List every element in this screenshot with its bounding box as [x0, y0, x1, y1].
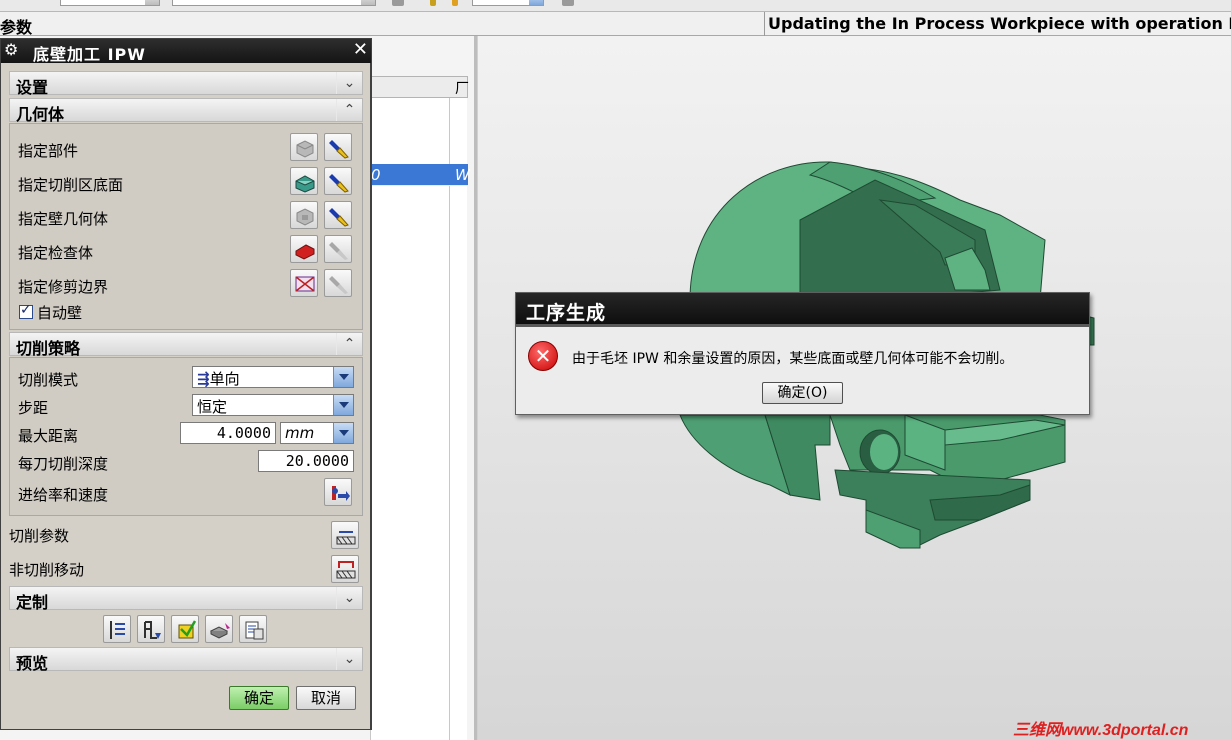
- section-geometry-label: 几何体: [16, 105, 65, 124]
- chevron-down-icon[interactable]: ⌄: [336, 648, 362, 670]
- list-row-selected[interactable]: 0 W: [371, 164, 470, 186]
- section-cut-strategy[interactable]: 切削策略 ⌃: [9, 332, 363, 358]
- toolbar-combo-3[interactable]: [472, 0, 544, 6]
- verify-toolpath-icon[interactable]: [205, 615, 233, 643]
- non-cutting-moves-label: 非切削移动: [9, 561, 85, 579]
- status-left-label: 参数: [0, 18, 33, 37]
- non-cutting-moves-button[interactable]: [331, 555, 359, 583]
- cut-parameters-button[interactable]: [331, 521, 359, 549]
- list-report-icon[interactable]: [239, 615, 267, 643]
- chevron-down-icon[interactable]: ⌄: [336, 587, 362, 609]
- generate-toolpath-icon[interactable]: [103, 615, 131, 643]
- cut-pattern-select[interactable]: ⇶单向: [192, 366, 354, 388]
- flashlight-icon[interactable]: [324, 167, 352, 195]
- dropdown-arrow-icon[interactable]: [333, 367, 353, 387]
- section-customize[interactable]: 定制 ⌄: [9, 586, 363, 612]
- toolbar-icon[interactable]: [452, 0, 458, 6]
- cut-floor-button[interactable]: [290, 167, 318, 195]
- trim-boundary-button[interactable]: [290, 269, 318, 297]
- toolbar-icon[interactable]: [430, 0, 436, 6]
- toolbar-icon[interactable]: [392, 0, 404, 6]
- status-message: Updating the In Process Workpiece with o…: [764, 12, 1231, 36]
- specify-cut-floor-label: 指定切削区底面: [18, 176, 124, 194]
- chevron-up-icon[interactable]: ⌃: [336, 99, 362, 121]
- dropdown-arrow-icon[interactable]: [333, 395, 353, 415]
- specify-check-body-label: 指定检查体: [18, 244, 94, 262]
- error-ok-button[interactable]: 确定(O): [762, 382, 843, 404]
- chevron-up-icon[interactable]: ⌃: [336, 333, 362, 355]
- operation-list: 0 W: [370, 98, 470, 740]
- error-dialog-titlebar: 工序生成: [516, 293, 1089, 327]
- cut-parameters-label: 切削参数: [9, 527, 70, 545]
- replay-toolpath-icon[interactable]: [137, 615, 165, 643]
- toolbar-combo-2[interactable]: [172, 0, 376, 6]
- dropdown-arrow-icon[interactable]: [333, 423, 353, 443]
- gear-icon[interactable]: ⚙: [4, 40, 18, 59]
- max-distance-label: 最大距离: [18, 427, 79, 445]
- error-icon: ✕: [528, 341, 558, 371]
- specify-trim-boundary-label: 指定修剪边界: [18, 278, 109, 296]
- strategy-panel: 切削模式 ⇶单向 步距 恒定 最大距离 4.0000 mm 每刀切削深度 20.…: [9, 357, 363, 516]
- ok-button[interactable]: 确定: [229, 686, 289, 710]
- chevron-down-icon[interactable]: ⌄: [336, 72, 362, 94]
- unit-select[interactable]: mm: [280, 422, 354, 444]
- list-column-header[interactable]: 厂: [370, 76, 469, 98]
- section-custom-label: 定制: [16, 593, 49, 612]
- feeds-speeds-label: 进给率和速度: [18, 486, 109, 504]
- depth-per-cut-label: 每刀切削深度: [18, 455, 109, 473]
- cut-pattern-label: 切削模式: [18, 371, 79, 389]
- auto-wall-label: 自动壁: [37, 304, 83, 322]
- flashlight-icon[interactable]: [324, 133, 352, 161]
- dialog-titlebar: ⚙ 底壁加工 IPW ✕: [1, 39, 371, 64]
- toolbar-combo-1[interactable]: [60, 0, 160, 6]
- section-geometry[interactable]: 几何体 ⌃: [9, 98, 363, 124]
- section-preview[interactable]: 预览 ⌄: [9, 647, 363, 673]
- flashlight-disabled-icon[interactable]: [324, 269, 352, 297]
- toolbar-icon[interactable]: [562, 0, 574, 6]
- floor-wall-ipw-dialog: ⚙ 底壁加工 IPW ✕ 设置 ⌄ 几何体 ⌃ 指定部件 指定切削区底面 指定壁…: [0, 38, 372, 730]
- site-watermark: 三维网www.3dportal.cn: [1013, 722, 1189, 739]
- operation-generate-error-dialog: 工序生成 ✕ 由于毛坯 IPW 和余量设置的原因，某些底面或壁几何体可能不会切削…: [515, 292, 1090, 415]
- status-bar: 参数 Updating the In Process Workpiece wit…: [0, 12, 1231, 37]
- stepover-select[interactable]: 恒定: [192, 394, 354, 416]
- top-toolbar: [0, 0, 1231, 12]
- error-message: 由于毛坯 IPW 和余量设置的原因，某些底面或壁几何体可能不会切削。: [572, 351, 1014, 367]
- wall-geometry-button[interactable]: [290, 201, 318, 229]
- feeds-speeds-button[interactable]: [324, 478, 352, 506]
- section-settings-label: 设置: [16, 78, 49, 97]
- close-icon[interactable]: ✕: [353, 39, 368, 60]
- section-strategy-label: 切削策略: [16, 339, 81, 358]
- section-settings[interactable]: 设置 ⌄: [9, 71, 363, 97]
- zigzag-icon: ⇶: [197, 370, 210, 388]
- cancel-button[interactable]: 取消: [296, 686, 356, 710]
- stepover-label: 步距: [18, 399, 49, 417]
- geometry-panel: 指定部件 指定切削区底面 指定壁几何体 指定检查体 指定修剪边界 ✓ 自动壁: [9, 123, 363, 330]
- part-geometry-button[interactable]: [290, 133, 318, 161]
- error-dialog-title: 工序生成: [526, 302, 607, 324]
- max-distance-input[interactable]: 4.0000: [180, 422, 276, 444]
- depth-per-cut-input[interactable]: 20.0000: [258, 450, 354, 472]
- specify-part-label: 指定部件: [18, 142, 79, 160]
- check-body-button[interactable]: [290, 235, 318, 263]
- section-preview-label: 预览: [16, 654, 49, 673]
- auto-wall-checkbox[interactable]: [19, 302, 33, 319]
- list-toolpath-icon[interactable]: [171, 615, 199, 643]
- dialog-title: 底壁加工 IPW: [33, 45, 146, 64]
- flashlight-disabled-icon[interactable]: [324, 235, 352, 263]
- flashlight-icon[interactable]: [324, 201, 352, 229]
- specify-wall-geometry-label: 指定壁几何体: [18, 210, 109, 228]
